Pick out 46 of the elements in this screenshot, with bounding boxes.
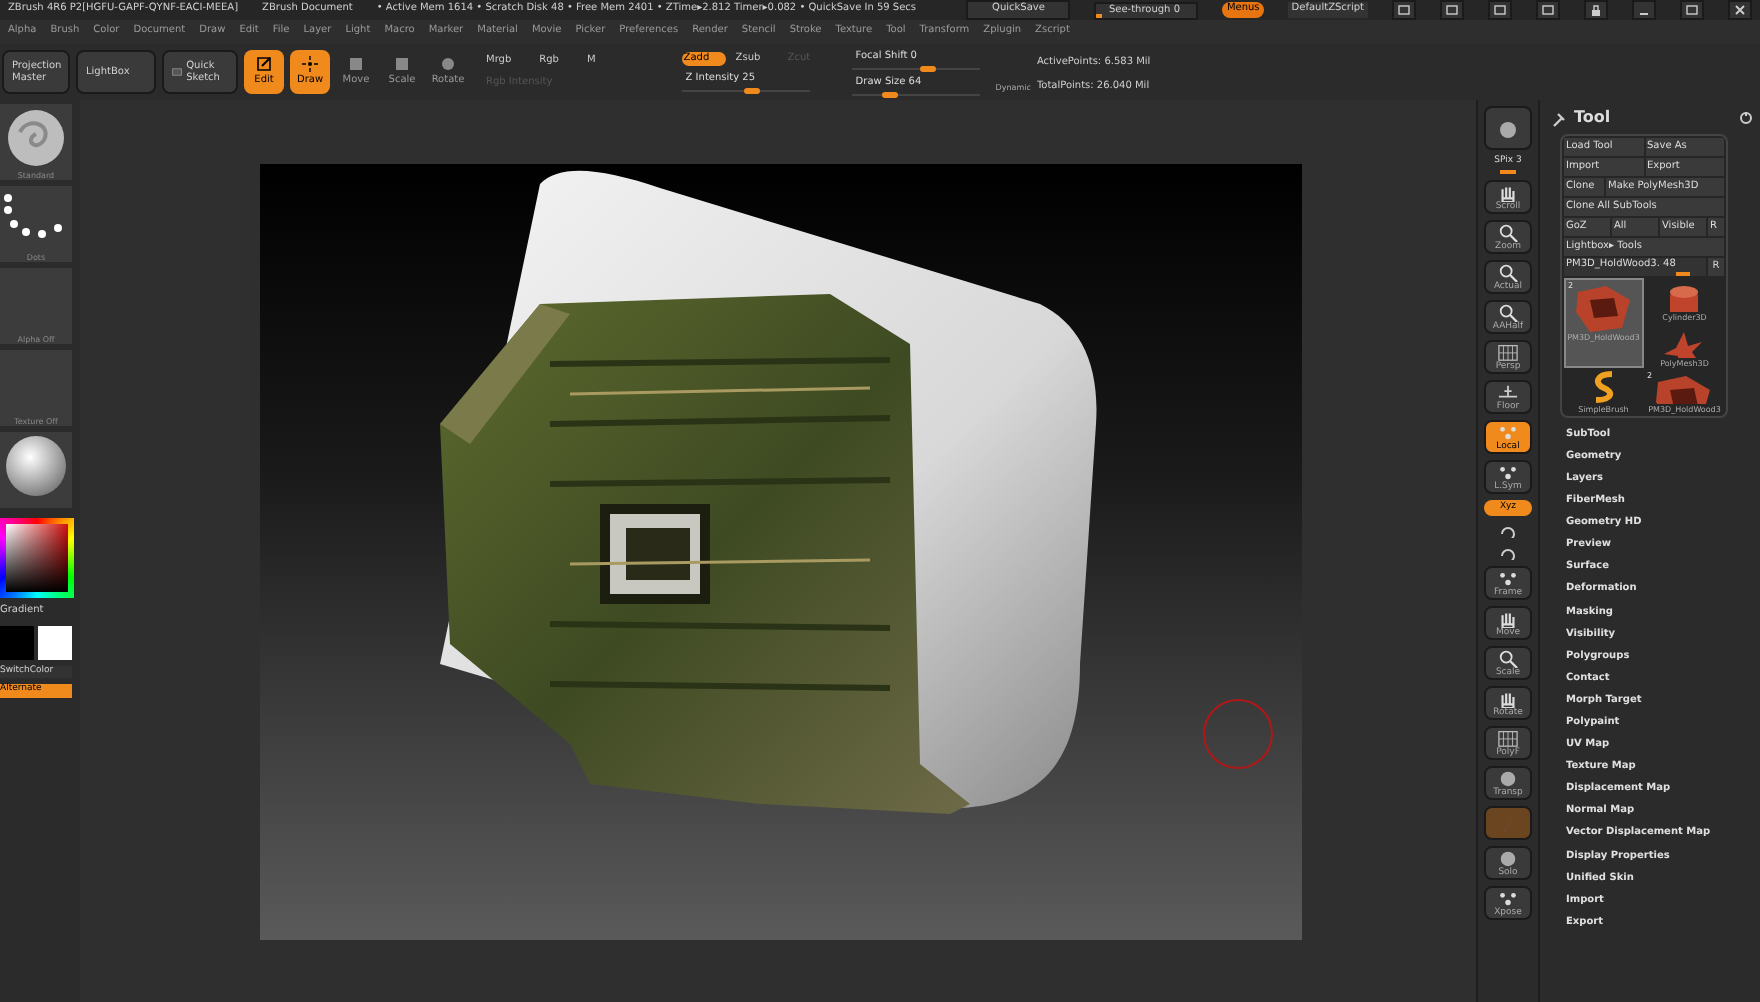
dots-icon [1496, 462, 1520, 482]
grid-icon [1496, 728, 1520, 748]
hand-icon [1496, 182, 1520, 202]
box-icon [346, 54, 366, 75]
circle-icon [438, 54, 458, 75]
toolbar-button[interactable] [1484, 106, 1532, 150]
slider-thumb[interactable] [920, 65, 937, 71]
secondary-color-swatch[interactable] [38, 625, 72, 659]
rotate-icon[interactable] [1496, 544, 1520, 560]
layout-icon[interactable] [1396, 2, 1412, 18]
slider-thumb[interactable] [743, 88, 760, 95]
color-picker[interactable] [0, 518, 74, 598]
sphere-icon [1496, 848, 1520, 868]
magnifier-icon [1496, 262, 1520, 282]
slider-thumb[interactable] [881, 91, 898, 97]
dots-icon [1496, 422, 1520, 442]
refresh-icon [1738, 110, 1754, 126]
grid-icon [1496, 342, 1520, 362]
magnifier-icon [1496, 648, 1520, 668]
box-icon [392, 54, 412, 75]
crosshair-icon [300, 54, 320, 75]
layout-icon[interactable] [1444, 2, 1460, 18]
hammer-icon [1550, 109, 1568, 127]
sphere-icon [1496, 117, 1520, 139]
thumbnail-tile[interactable] [0, 432, 72, 508]
magnifier-icon [1496, 302, 1520, 322]
hand-icon [1496, 688, 1520, 708]
material-sphere-icon [0, 432, 72, 498]
dots-icon [1496, 568, 1520, 588]
sketch-icon [172, 66, 183, 78]
panel-title: Tool [1574, 106, 1611, 130]
primary-color-swatch[interactable] [0, 625, 34, 659]
sphere-icon [1496, 768, 1520, 788]
s-brush-icon [1591, 370, 1616, 404]
brush-cursor-icon [1198, 694, 1278, 774]
layout-icon[interactable] [1540, 2, 1556, 18]
magnifier-icon [1496, 222, 1520, 242]
floor-icon [1496, 382, 1520, 402]
lock-icon[interactable] [1588, 2, 1604, 18]
close-icon[interactable] [1732, 2, 1748, 18]
rotate-icon[interactable] [1496, 522, 1520, 538]
restore-icon[interactable] [1684, 2, 1700, 18]
hand-icon [1496, 608, 1520, 628]
pencil-frame-icon [254, 54, 274, 75]
dots-icon [1496, 888, 1520, 908]
layout-icon[interactable] [1492, 2, 1508, 18]
